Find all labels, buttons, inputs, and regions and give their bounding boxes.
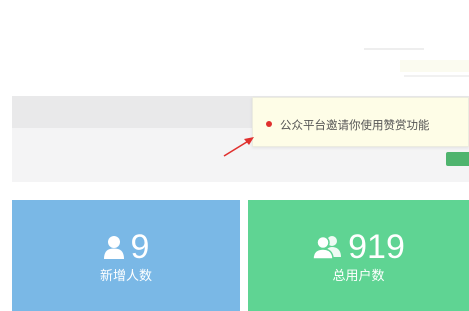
user-icon [103,236,124,259]
green-action-button[interactable] [446,152,469,166]
stat-card-new-users[interactable]: 9 新增人数 [12,200,240,311]
total-users-label: 总用户数 [332,269,385,284]
new-users-label: 新增人数 [99,269,152,284]
total-users-count: 919 [348,228,405,266]
notification-tooltip[interactable]: 公众平台邀请你使用赞赏功能 [252,97,469,147]
faded-header-line [364,48,424,50]
tooltip-message: 公众平台邀请你使用赞赏功能 [280,118,430,132]
faded-header-line [400,60,469,72]
stat-card-total-users[interactable]: 919 总用户数 [248,200,469,311]
red-arrow-icon [223,137,254,157]
stat-row: 9 [12,229,240,265]
stat-row: 919 [248,229,469,265]
new-users-count: 9 [130,228,150,266]
red-dot-icon [266,121,272,127]
users-icon [312,235,342,259]
faded-header-line [404,75,469,77]
